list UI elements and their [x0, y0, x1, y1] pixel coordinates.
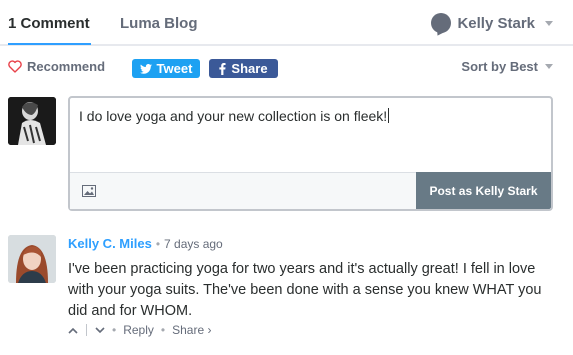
chevron-up-icon: [68, 327, 78, 334]
separator: •: [160, 323, 166, 337]
comment-composer[interactable]: I do love yoga and your new collection i…: [68, 96, 553, 211]
comment-header: Kelly C. Miles • 7 days ago: [68, 236, 223, 251]
comment-input[interactable]: I do love yoga and your new collection i…: [79, 108, 390, 124]
recommend-button[interactable]: Recommend: [8, 59, 105, 74]
chevron-down-icon: [545, 20, 553, 26]
recommend-label: Recommend: [27, 59, 106, 74]
comment-author-avatar[interactable]: [8, 235, 56, 283]
heart-icon: [8, 60, 22, 73]
text-cursor: [388, 108, 390, 123]
image-icon[interactable]: [82, 185, 96, 197]
share-link[interactable]: Share ›: [172, 323, 211, 337]
tab-comments[interactable]: 1 Comment: [8, 15, 90, 32]
twitter-bird-icon: [139, 63, 152, 74]
speech-bubble-icon: [431, 13, 452, 33]
sort-dropdown[interactable]: Sort by Best: [461, 59, 553, 74]
active-tab-indicator: [8, 43, 91, 45]
actions-bar: Recommend Tweet Share Sort by Best: [0, 56, 573, 80]
chevron-down-icon: [95, 326, 105, 333]
user-name: Kelly Stark: [457, 14, 535, 32]
facebook-share-button[interactable]: Share: [209, 59, 278, 78]
vote-divider: [86, 324, 87, 336]
user-menu[interactable]: Kelly Stark: [431, 13, 553, 33]
comment-timestamp[interactable]: 7 days ago: [164, 237, 223, 251]
sort-label: Sort by Best: [461, 59, 538, 74]
upvote-button[interactable]: [68, 327, 78, 334]
top-nav: 1 Comment Luma Blog Kelly Stark: [0, 0, 573, 46]
downvote-button[interactable]: [95, 326, 105, 334]
tweet-label: Tweet: [156, 61, 193, 76]
facebook-f-icon: [219, 62, 226, 75]
facebook-share-label: Share: [231, 61, 268, 76]
comment-input-text: I do love yoga and your new collection i…: [79, 108, 388, 124]
tab-luma-blog[interactable]: Luma Blog: [120, 15, 198, 32]
comment-footer: • Reply • Share ›: [68, 323, 211, 337]
composer-toolbar: Post as Kelly Stark: [70, 172, 551, 209]
reply-link[interactable]: Reply: [123, 323, 154, 337]
comment-author-name[interactable]: Kelly C. Miles: [68, 236, 152, 251]
separator: •: [112, 323, 117, 337]
post-button[interactable]: Post as Kelly Stark: [416, 172, 551, 209]
comment-body: I've been practicing yoga for two years …: [68, 261, 542, 319]
tweet-button[interactable]: Tweet: [132, 59, 200, 78]
current-user-avatar: [8, 97, 56, 145]
separator: •: [155, 237, 161, 251]
chevron-down-icon: [545, 64, 553, 69]
